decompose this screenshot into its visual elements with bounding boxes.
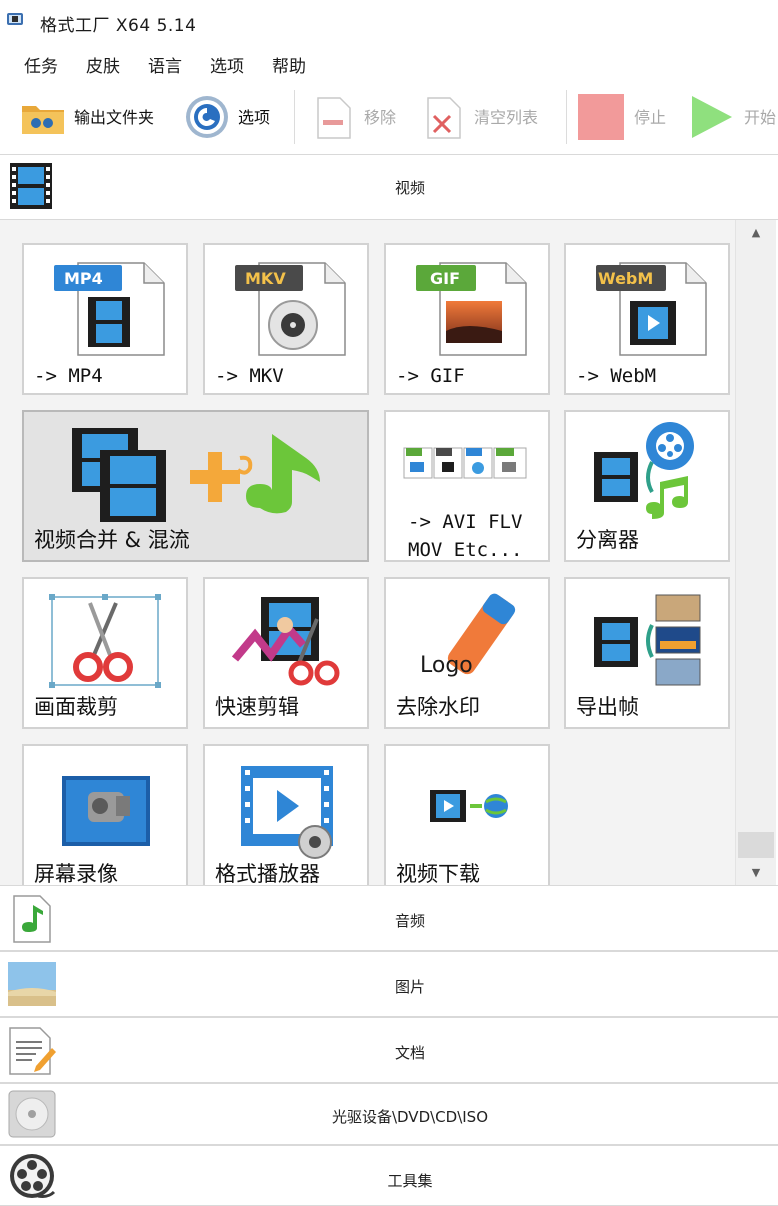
tile-to-mp4-label: -> MP4 — [34, 365, 103, 387]
menu-item-help[interactable]: 帮助 — [268, 50, 310, 79]
menu-item-task[interactable]: 任务 — [20, 50, 62, 79]
folder-icon — [22, 106, 64, 134]
category-image-label: 图片 — [394, 978, 425, 996]
title-bar: 格式工厂 X64 5.14 — [0, 0, 778, 44]
category-document-label: 文档 — [394, 1044, 425, 1062]
tile-separator-label: 分离器 — [576, 528, 639, 552]
separator-icon — [594, 422, 694, 519]
tile-to-webm[interactable]: WebM -> WebM — [564, 243, 730, 395]
export-frames-icon — [594, 594, 701, 686]
mp4-badge-text: MP4 — [64, 269, 103, 288]
webm-badge-text: WebM — [598, 269, 654, 288]
mkv-badge-text: MKV — [245, 269, 286, 288]
tile-remove-watermark-label: 去除水印 — [396, 695, 480, 719]
menu-item-skin[interactable]: 皮肤 — [82, 50, 124, 79]
toolbar: 输出文件夹 选项 移除 清空列表 停止 开始 — [0, 82, 778, 152]
tile-separator[interactable]: 分离器 — [564, 410, 730, 562]
remove-label: 移除 — [364, 108, 397, 127]
watermark-logo-text: Logo — [420, 653, 473, 678]
start-label: 开始 — [744, 108, 777, 127]
mp4-file-icon — [54, 262, 165, 356]
video-tools-grid: MP4 -> MP4 MKV -> MKV GIF -> GIF WebM ->… — [0, 220, 735, 885]
category-video-header[interactable]: 视频 — [0, 154, 778, 220]
tile-to-avi-flv-mov[interactable]: -> AVI FLV MOV Etc... — [384, 410, 550, 562]
tile-to-mkv[interactable]: MKV -> MKV — [203, 243, 369, 395]
tile-format-player[interactable]: 格式播放器 — [203, 744, 369, 885]
clear-list-button[interactable]: 清空列表 — [418, 82, 558, 152]
tile-to-gif[interactable]: GIF -> GIF — [384, 243, 550, 395]
tile-to-mp4[interactable]: MP4 -> MP4 — [22, 243, 188, 395]
menu-bar: 任务 皮肤 语言 选项 帮助 — [0, 44, 778, 80]
tile-to-gif-label: -> GIF — [396, 365, 465, 387]
category-audio-label: 音频 — [394, 912, 425, 930]
stop-icon — [578, 94, 624, 140]
remove-button[interactable]: 移除 — [308, 82, 408, 152]
tile-to-avi-label-line1: -> AVI FLV — [408, 511, 523, 533]
gif-badge-text: GIF — [430, 269, 461, 288]
tile-export-frames-label: 导出帧 — [576, 695, 639, 719]
clear-list-label: 清空列表 — [474, 108, 539, 127]
video-download-icon — [430, 790, 508, 822]
options-label: 选项 — [238, 108, 271, 127]
webm-file-icon — [596, 262, 707, 356]
mkv-file-icon — [235, 262, 346, 356]
options-button[interactable]: 选项 — [182, 82, 282, 152]
remove-document-icon — [317, 97, 351, 139]
app-logo-icon — [7, 13, 23, 25]
tile-crop[interactable]: 画面裁剪 — [22, 577, 188, 729]
window-title: 格式工厂 X64 5.14 — [40, 16, 197, 36]
scissors-crop-icon — [49, 594, 161, 688]
tile-screen-record[interactable]: 屏幕录像 — [22, 744, 188, 885]
toolbar-separator — [294, 90, 295, 144]
tile-export-frames[interactable]: 导出帧 — [564, 577, 730, 729]
tile-to-avi-label-line2: MOV Etc... — [408, 539, 523, 561]
tile-to-mkv-label: -> MKV — [215, 365, 284, 387]
screen-record-icon — [62, 776, 150, 846]
player-icon — [241, 766, 333, 859]
category-optical-header[interactable]: 光驱设备\DVD\CD\ISO — [0, 1083, 778, 1145]
category-optical-label: 光驱设备\DVD\CD\ISO — [331, 1108, 489, 1126]
output-folder-button[interactable]: 输出文件夹 — [18, 82, 178, 152]
start-button[interactable]: 开始 — [686, 82, 778, 152]
gif-file-icon — [416, 262, 527, 356]
category-image-header[interactable]: 图片 — [0, 951, 778, 1017]
category-video-label: 视频 — [394, 179, 425, 197]
tile-video-merge[interactable]: 视频合并 & 混流 — [22, 410, 369, 562]
multi-format-icon — [403, 447, 527, 479]
tile-quick-cut-label: 快速剪辑 — [215, 695, 299, 719]
tile-quick-cut[interactable]: 快速剪辑 — [203, 577, 369, 729]
tile-crop-label: 画面裁剪 — [34, 695, 118, 719]
menu-item-language[interactable]: 语言 — [144, 50, 186, 79]
menu-item-options[interactable]: 选项 — [206, 50, 248, 79]
play-icon — [692, 96, 732, 138]
tile-screen-record-label: 屏幕录像 — [34, 862, 118, 885]
stop-label: 停止 — [634, 108, 667, 127]
tile-video-download[interactable]: 视频下载 — [384, 744, 550, 885]
quick-cut-icon — [231, 597, 340, 686]
toolbar-separator — [566, 90, 567, 144]
category-tools-header[interactable]: 工具集 — [0, 1145, 778, 1206]
output-folder-label: 输出文件夹 — [74, 108, 155, 127]
tile-video-download-label: 视频下载 — [396, 862, 480, 885]
tile-format-player-label: 格式播放器 — [215, 862, 320, 885]
vertical-scrollbar[interactable]: ▲ ▼ — [735, 220, 776, 885]
category-audio-header[interactable]: 音频 — [0, 885, 778, 951]
merge-video-audio-icon — [72, 428, 320, 522]
scrollbar-thumb[interactable] — [738, 832, 774, 858]
category-tools-label: 工具集 — [387, 1172, 433, 1190]
tile-video-merge-label: 视频合并 & 混流 — [34, 528, 190, 552]
gear-icon — [186, 96, 228, 138]
tile-to-webm-label: -> WebM — [576, 365, 657, 387]
tile-remove-watermark[interactable]: Logo 去除水印 — [384, 577, 550, 729]
scroll-up-arrow-icon[interactable]: ▲ — [736, 220, 776, 246]
stop-button[interactable]: 停止 — [576, 82, 676, 152]
category-document-header[interactable]: 文档 — [0, 1017, 778, 1083]
eraser-icon — [447, 593, 516, 675]
clear-list-icon — [427, 97, 461, 139]
scroll-down-arrow-icon[interactable]: ▼ — [736, 860, 776, 886]
